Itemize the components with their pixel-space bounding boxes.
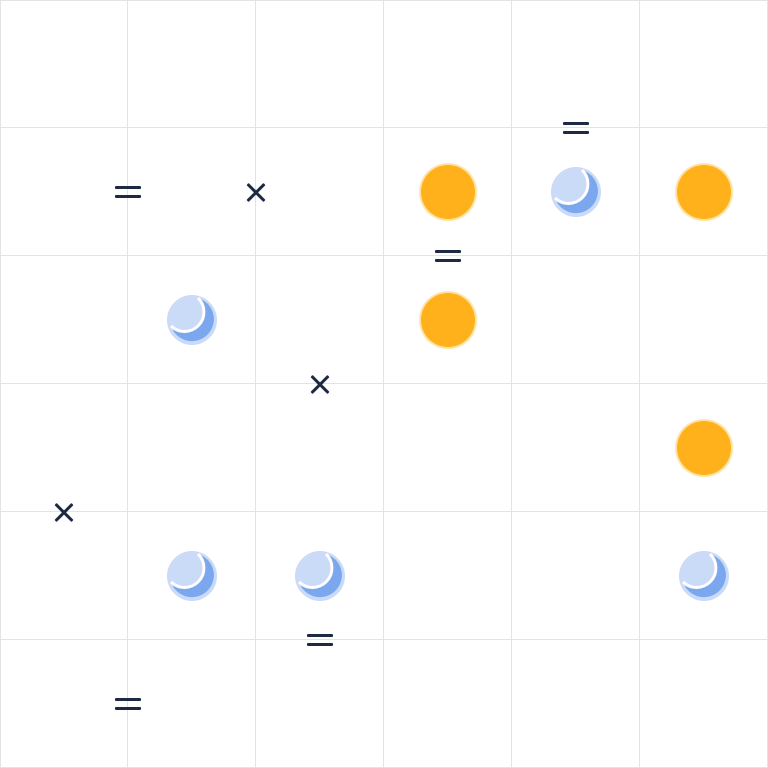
grid-cell-r4-c5[interactable] — [640, 512, 768, 640]
grid-cell-r5-c4[interactable] — [512, 640, 640, 768]
sun-icon — [420, 292, 475, 347]
grid-cell-r4-c4[interactable] — [512, 512, 640, 640]
grid-cell-r3-c2[interactable] — [256, 384, 384, 512]
grid-cell-r4-c2[interactable] — [256, 512, 384, 640]
moon-icon — [549, 165, 603, 219]
grid-cell-r2-c0[interactable] — [0, 256, 128, 384]
grid-cell-r4-c3[interactable] — [384, 512, 512, 640]
grid-cell-r3-c0[interactable] — [0, 384, 128, 512]
grid-cell-r0-c4[interactable] — [512, 0, 640, 128]
grid-cell-r5-c0[interactable] — [0, 640, 128, 768]
grid-cell-r0-c2[interactable] — [256, 0, 384, 128]
grid-cell-r5-c3[interactable] — [384, 640, 512, 768]
grid-cell-r3-c4[interactable] — [512, 384, 640, 512]
grid-cell-r2-c3[interactable] — [384, 256, 512, 384]
grid-cell-r1-c0[interactable] — [0, 128, 128, 256]
grid-cell-r2-c2[interactable] — [256, 256, 384, 384]
puzzle-board — [0, 0, 768, 768]
grid-cell-r1-c3[interactable] — [384, 128, 512, 256]
grid-cell-r0-c0[interactable] — [0, 0, 128, 128]
grid-cell-r0-c1[interactable] — [128, 0, 256, 128]
grid-cell-r5-c1[interactable] — [128, 640, 256, 768]
grid-cell-r4-c1[interactable] — [128, 512, 256, 640]
grid-cell-r0-c5[interactable] — [640, 0, 768, 128]
sun-icon — [420, 164, 475, 219]
moon-icon — [165, 293, 219, 347]
grid-cell-r5-c5[interactable] — [640, 640, 768, 768]
moon-icon — [677, 549, 731, 603]
grid-cell-r1-c1[interactable] — [128, 128, 256, 256]
sun-icon — [676, 420, 731, 475]
grid-cell-r4-c0[interactable] — [0, 512, 128, 640]
moon-icon — [293, 549, 347, 603]
grid-cell-r2-c4[interactable] — [512, 256, 640, 384]
moon-icon — [165, 549, 219, 603]
grid-cell-r2-c5[interactable] — [640, 256, 768, 384]
grid-cell-r3-c1[interactable] — [128, 384, 256, 512]
grid-cell-r2-c1[interactable] — [128, 256, 256, 384]
sun-icon — [676, 164, 731, 219]
grid-cell-r5-c2[interactable] — [256, 640, 384, 768]
grid-cell-r3-c5[interactable] — [640, 384, 768, 512]
grid-cell-r1-c2[interactable] — [256, 128, 384, 256]
grid-cell-r3-c3[interactable] — [384, 384, 512, 512]
grid-cell-r1-c4[interactable] — [512, 128, 640, 256]
grid-cell-r0-c3[interactable] — [384, 0, 512, 128]
grid-cell-r1-c5[interactable] — [640, 128, 768, 256]
